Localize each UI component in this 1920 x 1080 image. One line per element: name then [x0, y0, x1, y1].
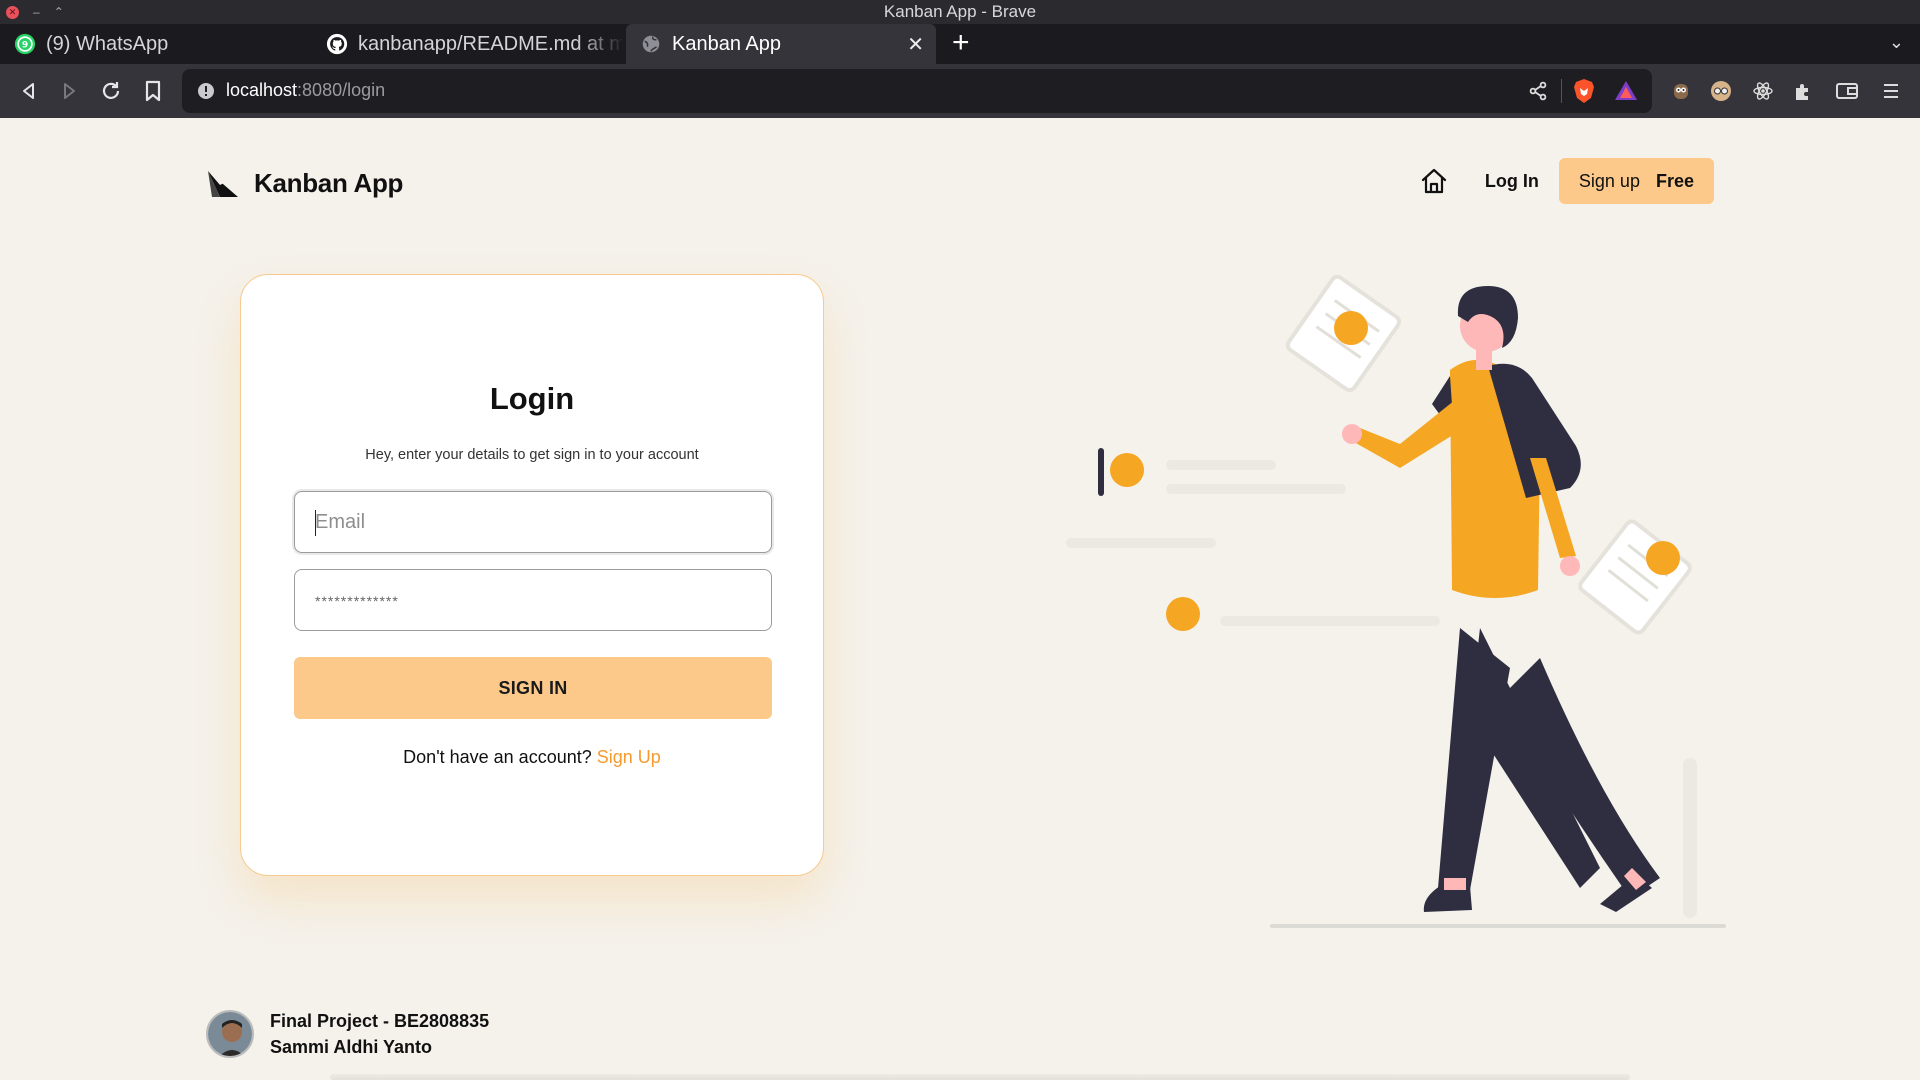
home-icon[interactable] [1419, 166, 1449, 196]
tab-whatsapp[interactable]: 9 (9) WhatsApp [0, 24, 310, 64]
tab-label: (9) WhatsApp [46, 32, 169, 55]
brand-name: Kanban App [254, 168, 404, 198]
email-input[interactable] [295, 492, 771, 552]
email-field-wrapper [294, 491, 772, 553]
site-info-icon[interactable] [196, 81, 216, 101]
brand-logo[interactable]: Kanban App [206, 168, 403, 199]
reload-icon [102, 82, 120, 99]
floor-line [1270, 924, 1726, 928]
svg-text:9: 9 [22, 40, 28, 51]
github-icon [326, 33, 348, 55]
no-account-text: Don't have an account? [403, 747, 592, 767]
author-name: Sammi Aldhi Yanto [270, 1037, 433, 1057]
window-titlebar: ✕ – ⌃ Kanban App - Brave [0, 0, 1920, 24]
page-content: Kanban App Log In Sign up Free Login Hey… [0, 118, 1920, 1080]
bookmark-button[interactable] [140, 78, 166, 104]
window-title: Kanban App - Brave [883, 2, 1037, 21]
glasses-extension-icon[interactable] [1708, 78, 1734, 104]
tab-label: Kanban App [672, 32, 781, 55]
signup-free-label: Free [1655, 170, 1694, 191]
person-reading-illustration [1066, 274, 1726, 928]
deco-bar [1066, 538, 1216, 548]
wallet-icon[interactable] [1834, 78, 1860, 104]
tab-kanban-app[interactable]: Kanban App ✕ [626, 24, 936, 64]
password-input[interactable] [295, 570, 771, 630]
paper-plane-logo-icon [208, 170, 238, 197]
deco-bar [1220, 616, 1440, 626]
brave-rewards-icon[interactable] [1614, 79, 1638, 103]
tab-list-chevron-icon[interactable]: ⌄ [1889, 32, 1904, 53]
signup-label: Sign up [1578, 170, 1640, 191]
globe-icon [642, 35, 660, 53]
footer-text: Final Project - BE2808835 Sammi Aldhi Ya… [270, 1008, 489, 1060]
login-link[interactable]: Log In [1485, 171, 1539, 192]
login-card: Login Hey, enter your details to get sig… [240, 274, 824, 876]
back-arrow-icon [23, 83, 34, 99]
project-id: Final Project - BE2808835 [270, 1011, 490, 1031]
reload-button[interactable] [98, 78, 124, 104]
deco-bar [1166, 460, 1276, 470]
back-button[interactable] [16, 78, 42, 104]
deco-bar [1683, 758, 1697, 918]
new-tab-button[interactable]: + [952, 26, 970, 60]
tab-label: kanbanapp/README.md at main [358, 32, 624, 55]
deco-dot [1166, 597, 1200, 631]
url-text[interactable]: localhost:8080/login [226, 80, 385, 101]
author-avatar [206, 1010, 254, 1058]
login-subtitle: Hey, enter your details to get sign in t… [365, 447, 699, 463]
forward-arrow-icon [64, 83, 75, 99]
tab-github-readme[interactable]: kanbanapp/README.md at main [312, 24, 624, 64]
brave-shields-icon[interactable] [1572, 78, 1596, 104]
url-separator [1561, 79, 1562, 103]
extensions-puzzle-icon[interactable] [1790, 78, 1816, 104]
bookmark-icon [145, 80, 161, 102]
url-host: localhost [226, 80, 298, 100]
browser-menu-icon[interactable] [1878, 78, 1904, 104]
no-account-prompt: Don't have an account? Sign Up [241, 747, 823, 768]
floating-paper-bottom [1578, 519, 1692, 635]
login-title: Login [489, 381, 575, 416]
share-icon[interactable] [1528, 81, 1548, 101]
deco-bar [1166, 484, 1346, 494]
paper-dot [1646, 541, 1680, 575]
address-bar[interactable]: localhost:8080/login [182, 69, 1652, 113]
paper-dot [1334, 311, 1368, 345]
react-devtools-icon[interactable] [1750, 78, 1776, 104]
tab-close-icon[interactable]: ✕ [907, 32, 924, 57]
deco-dot [1110, 453, 1144, 487]
owl-extension-icon[interactable] [1668, 78, 1694, 104]
sign-up-link[interactable]: Sign Up [597, 747, 661, 767]
footer-divider [330, 1074, 1630, 1080]
tab-strip: 9 (9) WhatsApp kanbanapp/README.md at ma… [0, 24, 1920, 64]
deco-line [1098, 448, 1104, 496]
whatsapp-icon: 9 [14, 33, 36, 55]
browser-toolbar: localhost:8080/login [0, 64, 1920, 118]
password-field-wrapper [294, 569, 772, 631]
forward-button[interactable] [56, 78, 82, 104]
sign-in-button[interactable]: SIGN IN [294, 657, 772, 719]
project-footer: Final Project - BE2808835 Sammi Aldhi Ya… [206, 1008, 489, 1060]
text-caret [315, 510, 316, 536]
url-path: :8080/login [297, 80, 386, 100]
